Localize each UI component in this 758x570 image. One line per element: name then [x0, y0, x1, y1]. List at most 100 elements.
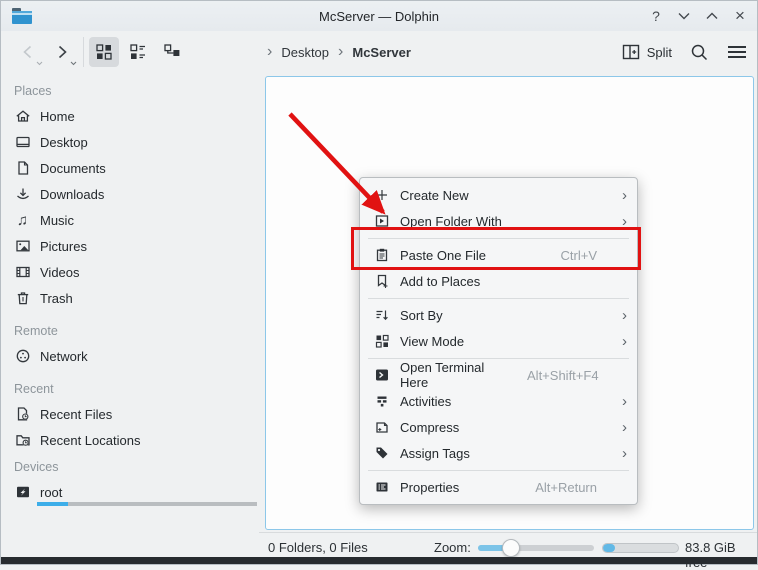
document-icon [14, 160, 31, 177]
menu-button[interactable] [727, 45, 747, 59]
submenu-chevron-icon: › [607, 188, 627, 203]
zoom-label: Zoom: [434, 540, 471, 555]
sidebar-item-label: Recent Files [40, 407, 112, 422]
plus-icon [373, 187, 390, 204]
chevron-right-icon: › [338, 44, 343, 60]
view-mode-icon [373, 333, 390, 350]
split-button[interactable]: Split [622, 44, 672, 60]
split-label: Split [647, 45, 672, 60]
breadcrumb-item-mcserver[interactable]: McServer [352, 45, 411, 60]
sidebar-item-trash[interactable]: Trash [1, 285, 259, 311]
back-button[interactable] [11, 35, 45, 69]
disk-capacity-fill [603, 544, 615, 552]
sidebar-item-recent-locations[interactable]: Recent Locations [1, 427, 259, 453]
video-icon [14, 264, 31, 281]
titlebar[interactable]: McServer — Dolphin ? × [1, 1, 757, 31]
menu-item-create-new[interactable]: Create New › [360, 182, 637, 208]
menu-item-activities[interactable]: Activities › [360, 388, 637, 414]
sidebar-item-label: Network [40, 349, 88, 364]
search-button[interactable] [690, 43, 709, 62]
root-usage-bar [37, 502, 257, 506]
sidebar-item-label: Videos [40, 265, 80, 280]
back-arrow-icon [19, 43, 37, 61]
submenu-chevron-icon: › [607, 394, 627, 409]
recent-file-icon [14, 406, 31, 423]
menu-item-paste-one-file[interactable]: Paste One File Ctrl+V [360, 242, 637, 268]
minimize-button[interactable] [675, 7, 693, 25]
shortcut-label: Alt+Shift+F4 [527, 368, 599, 383]
hamburger-icon [727, 45, 747, 59]
sidebar-item-label: Desktop [40, 135, 88, 150]
forward-arrow-icon [53, 43, 71, 61]
menu-separator [368, 238, 629, 239]
sidebar-item-label: Music [40, 213, 74, 228]
forward-button[interactable] [45, 35, 79, 69]
terminal-icon [373, 367, 390, 384]
sidebar-item-videos[interactable]: Videos [1, 259, 259, 285]
icons-view-button[interactable] [89, 37, 119, 67]
zoom-slider[interactable] [478, 545, 594, 551]
menu-item-add-to-places[interactable]: Add to Places [360, 268, 637, 294]
sidebar-item-label: Recent Locations [40, 433, 140, 448]
sidebar-item-home[interactable]: Home [1, 103, 259, 129]
sidebar-item-downloads[interactable]: Downloads [1, 181, 259, 207]
recent-folder-icon [14, 432, 31, 449]
details-view-icon [129, 43, 147, 61]
places-panel: Places Home Desktop Documents Downloads [1, 73, 259, 556]
desktop-icon [14, 134, 31, 151]
sidebar-item-desktop[interactable]: Desktop [1, 129, 259, 155]
shortcut-label: Ctrl+V [561, 248, 597, 263]
icons-view-icon [95, 43, 113, 61]
chevron-down-icon [678, 12, 690, 20]
tag-icon [373, 445, 390, 462]
menu-item-open-terminal-here[interactable]: Open Terminal Here Alt+Shift+F4 [360, 362, 637, 388]
menu-separator [368, 470, 629, 471]
chevron-down-icon [36, 61, 43, 66]
music-note-icon: ♫ [14, 212, 31, 229]
menu-item-view-mode[interactable]: View Mode › [360, 328, 637, 354]
chevron-down-icon [70, 61, 77, 66]
section-header-devices: Devices [1, 455, 259, 479]
window-title: McServer — Dolphin [1, 9, 757, 24]
close-button[interactable]: × [731, 7, 749, 25]
sidebar-item-label: Downloads [40, 187, 104, 202]
menu-item-open-folder-with[interactable]: Open Folder With › [360, 208, 637, 234]
menu-item-compress[interactable]: Compress › [360, 414, 637, 440]
root-usage-fill [37, 502, 68, 506]
hard-disk-icon [14, 484, 31, 501]
toolbar-separator [83, 37, 84, 67]
menu-item-sort-by[interactable]: Sort By › [360, 302, 637, 328]
picture-icon [14, 238, 31, 255]
submenu-chevron-icon: › [607, 420, 627, 435]
zoom-slider-handle[interactable] [502, 539, 520, 557]
context-menu: Create New › Open Folder With › Paste On… [359, 177, 638, 505]
breadcrumb-item-desktop[interactable]: Desktop [281, 45, 329, 60]
sidebar-item-recent-files[interactable]: Recent Files [1, 401, 259, 427]
menu-separator [368, 298, 629, 299]
download-icon [14, 186, 31, 203]
details-view-button[interactable] [123, 37, 153, 67]
menu-item-properties[interactable]: Properties Alt+Return [360, 474, 637, 500]
maximize-button[interactable] [703, 7, 721, 25]
sidebar-item-label: root [40, 485, 62, 500]
breadcrumb: › Desktop › McServer [267, 31, 411, 73]
help-button[interactable]: ? [647, 7, 665, 25]
sidebar-item-documents[interactable]: Documents [1, 155, 259, 181]
submenu-chevron-icon: › [607, 446, 627, 461]
sidebar-item-pictures[interactable]: Pictures [1, 233, 259, 259]
sidebar-item-label: Pictures [40, 239, 87, 254]
sidebar-item-music[interactable]: ♫ Music [1, 207, 259, 233]
properties-icon [373, 479, 390, 496]
menu-item-assign-tags[interactable]: Assign Tags › [360, 440, 637, 466]
tree-view-button[interactable] [157, 37, 187, 67]
split-view-icon [622, 44, 640, 60]
sidebar-item-network[interactable]: Network [1, 343, 259, 369]
submenu-chevron-icon: › [607, 214, 627, 229]
section-header-remote: Remote [1, 319, 259, 343]
tree-view-icon [163, 43, 181, 61]
submenu-chevron-icon: › [607, 308, 627, 323]
sort-icon [373, 307, 390, 324]
submenu-chevron-icon: › [607, 334, 627, 349]
home-icon [14, 108, 31, 125]
items-summary: 0 Folders, 0 Files [268, 540, 368, 555]
